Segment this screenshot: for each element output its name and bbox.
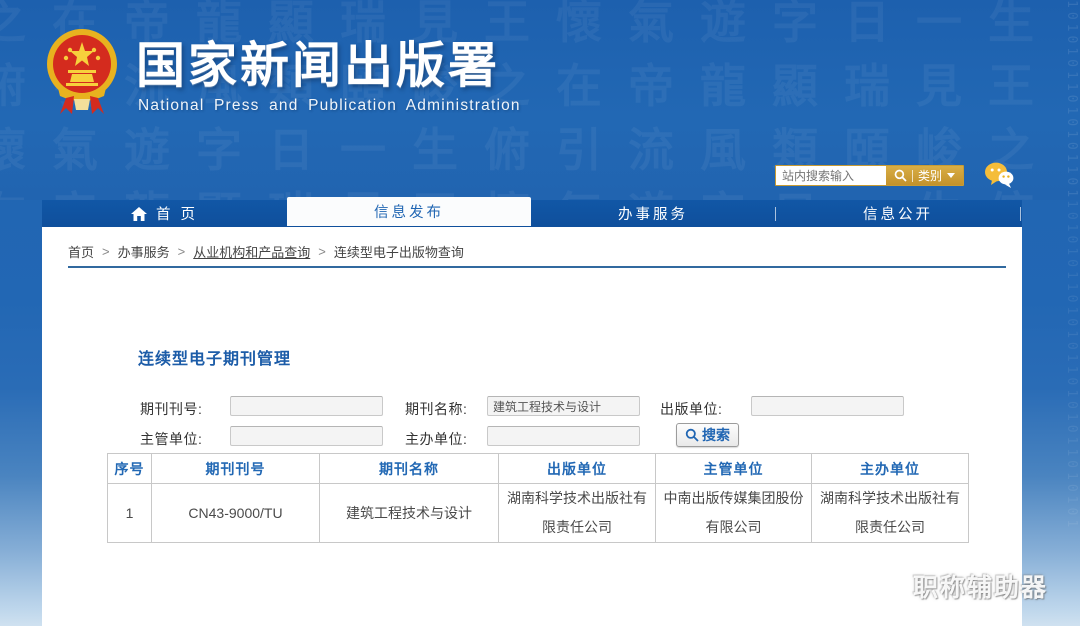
supervisor-label: 主管单位: — [140, 429, 202, 449]
national-emblem-logo — [44, 26, 120, 120]
breadcrumb-home[interactable]: 首页 — [68, 242, 94, 261]
breadcrumb-separator: > — [102, 244, 110, 259]
header-seq: 序号 — [108, 454, 152, 484]
organizer-label: 主办单位: — [405, 429, 467, 449]
content-panel: 首页 > 办事服务 > 从业机构和产品查询 > 连续型电子出版物查询 连续型电子… — [42, 227, 1022, 626]
search-icon[interactable] — [894, 169, 907, 182]
cell-org: 湖南科学技术出版社有限责任公司 — [812, 484, 969, 543]
digit-texture: 1010101101010110101011010101101010110101… — [1022, 0, 1078, 200]
cell-pub: 湖南科学技术出版社有限责任公司 — [499, 484, 656, 543]
breadcrumb-separator: > — [318, 244, 326, 259]
cell-name: 建筑工程技术与设计 — [320, 484, 499, 543]
breadcrumb-current-page: 连续型电子出版物查询 — [334, 242, 464, 261]
nav-item-info-release[interactable]: 信息发布 — [287, 197, 531, 226]
publisher-input[interactable] — [751, 396, 904, 416]
nav-item-services-label: 办事服务 — [618, 203, 688, 224]
site-search: 类别 — [775, 165, 964, 186]
site-subtitle: National Press and Publication Administr… — [138, 97, 521, 115]
header-name: 期刊名称 — [320, 454, 499, 484]
chevron-down-icon[interactable] — [947, 173, 955, 178]
header-code: 期刊刊号 — [152, 454, 320, 484]
search-button-label: 搜索 — [702, 425, 730, 445]
cell-seq: 1 — [108, 484, 152, 543]
publisher-label: 出版单位: — [660, 399, 722, 419]
header-sup: 主管单位 — [656, 454, 812, 484]
site-header: 之在帝龍顯瑞見王懷氣遊字日一生俯引流風類頤峻之在帝龍顯瑞見王懷氣遊字日一生俯引流… — [0, 0, 1080, 200]
breadcrumb-product-query[interactable]: 从业机构和产品查询 — [193, 242, 310, 261]
breadcrumb-divider — [68, 266, 1006, 268]
site-search-input[interactable] — [776, 166, 886, 185]
journal-code-label: 期刊刊号: — [140, 399, 202, 419]
nav-item-info-disclosure[interactable]: 信息公开 — [776, 200, 1020, 227]
category-dropdown-label[interactable]: 类别 — [918, 167, 942, 184]
header-pub: 出版单位 — [499, 454, 656, 484]
results-table: 序号 期刊刊号 期刊名称 出版单位 主管单位 主办单位 1 CN43-9000/… — [107, 453, 969, 543]
main-navigation: 首 页 信息发布 办事服务 信息公开 — [42, 200, 1022, 227]
digit-texture-side: 1010101101010110101011010101101010110101… — [1022, 200, 1078, 530]
header-org: 主办单位 — [812, 454, 969, 484]
page-title: 连续型电子期刊管理 — [138, 345, 291, 369]
cell-code: CN43-9000/TU — [152, 484, 320, 543]
breadcrumb-services[interactable]: 办事服务 — [118, 242, 170, 261]
wechat-icon[interactable] — [984, 161, 1014, 189]
nav-item-info-disclosure-label: 信息公开 — [863, 203, 933, 224]
table-header-row: 序号 期刊刊号 期刊名称 出版单位 主管单位 主办单位 — [108, 454, 969, 484]
site-title: 国家新闻出版署 — [136, 26, 500, 97]
supervisor-input[interactable] — [230, 426, 383, 446]
breadcrumb-separator: > — [178, 244, 186, 259]
organizer-input[interactable] — [487, 426, 640, 446]
home-icon — [131, 207, 147, 221]
journal-name-input[interactable] — [487, 396, 640, 416]
nav-item-home[interactable]: 首 页 — [42, 200, 287, 227]
nav-separator — [1020, 207, 1021, 221]
nav-item-home-label: 首 页 — [156, 203, 198, 224]
table-row: 1 CN43-9000/TU 建筑工程技术与设计 湖南科学技术出版社有限责任公司… — [108, 484, 969, 543]
journal-code-input[interactable] — [230, 396, 383, 416]
nav-item-services[interactable]: 办事服务 — [531, 200, 775, 227]
search-button[interactable]: 搜索 — [676, 423, 739, 447]
cell-sup: 中南出版传媒集团股份有限公司 — [656, 484, 812, 543]
search-icon — [685, 428, 699, 442]
site-search-controls: 类别 — [886, 166, 963, 185]
nav-item-info-release-label: 信息发布 — [374, 201, 444, 222]
search-divider — [912, 170, 913, 182]
journal-name-label: 期刊名称: — [405, 399, 467, 419]
breadcrumb: 首页 > 办事服务 > 从业机构和产品查询 > 连续型电子出版物查询 — [68, 242, 464, 261]
